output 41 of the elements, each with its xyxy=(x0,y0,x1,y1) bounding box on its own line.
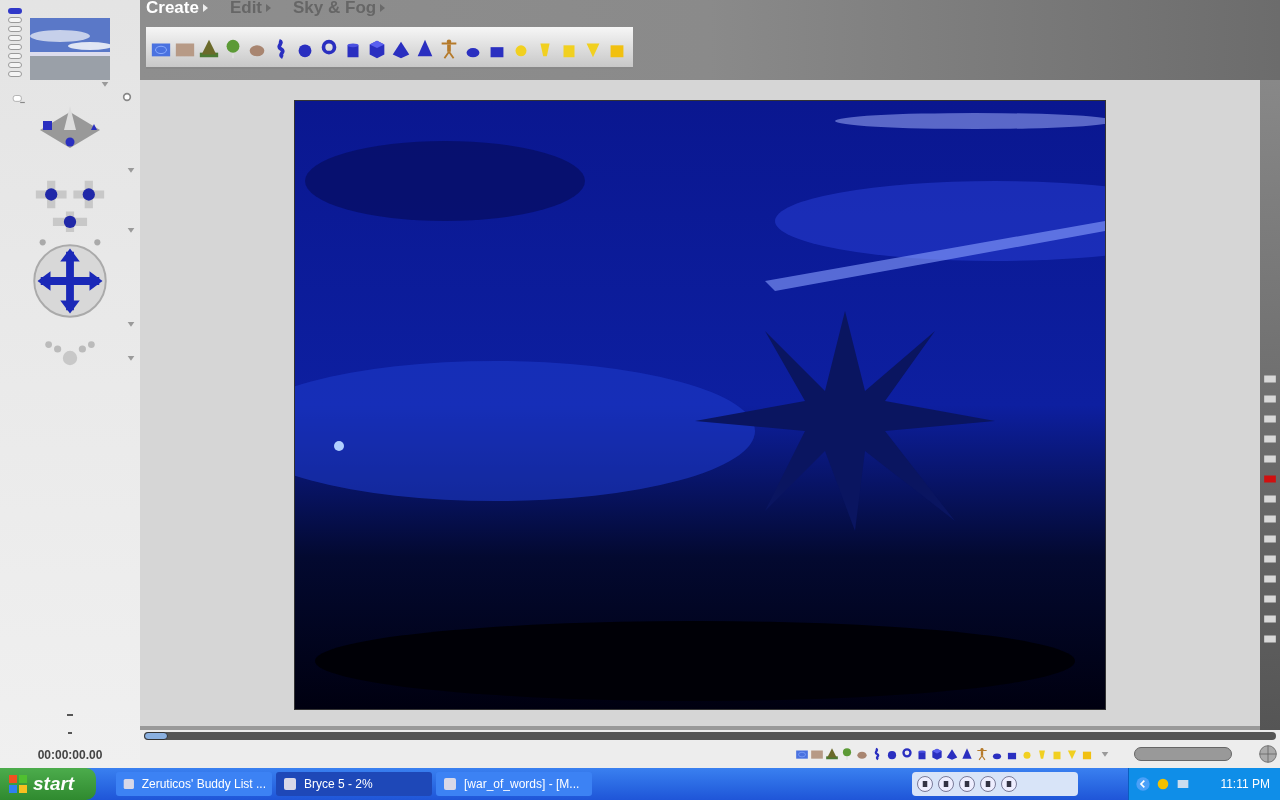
view-button[interactable] xyxy=(8,8,22,14)
dropdown-caret-icon[interactable] xyxy=(126,354,136,362)
playback-controls[interactable] xyxy=(1134,747,1232,761)
dash-mark xyxy=(68,732,72,734)
chevron-icon[interactable] xyxy=(1135,776,1151,792)
dropdown-caret-icon[interactable] xyxy=(126,166,136,174)
dropdown-caret-icon[interactable] xyxy=(126,226,136,234)
time-display: 00:00:00.00 xyxy=(37,747,103,764)
timeline-scrubber[interactable] xyxy=(144,732,168,740)
dropdown-caret-icon[interactable] xyxy=(1100,750,1110,758)
arrow-right-icon xyxy=(202,4,208,12)
app-icon xyxy=(122,776,136,792)
globe-icon[interactable] xyxy=(1258,744,1278,764)
view-button[interactable] xyxy=(8,26,22,32)
pause-icon[interactable] xyxy=(916,775,934,793)
mountain-icon[interactable] xyxy=(825,747,839,761)
taskbar-button[interactable]: Bryce 5 - 2% xyxy=(276,772,432,796)
clock: 11:11 PM xyxy=(1220,776,1270,793)
cone-icon[interactable] xyxy=(960,747,974,761)
cube-icon[interactable] xyxy=(930,747,944,761)
view-button[interactable] xyxy=(8,62,22,68)
view-button[interactable] xyxy=(8,35,22,41)
arrow-right-icon xyxy=(266,4,272,12)
pyramid-icon[interactable] xyxy=(945,747,959,761)
dropdown-caret-icon[interactable] xyxy=(126,320,136,328)
app-icon xyxy=(442,776,458,792)
view-button[interactable] xyxy=(8,44,22,50)
taskbar-button[interactable]: [war_of_words] - [M... xyxy=(436,772,592,796)
view-button[interactable] xyxy=(8,71,22,77)
menu-tab[interactable]: Create xyxy=(146,0,208,21)
view-button[interactable] xyxy=(8,53,22,59)
taskbar-button[interactable]: Zeruticos' Buddy List ... xyxy=(116,772,272,796)
app-icon xyxy=(282,776,298,792)
dot-icon[interactable] xyxy=(122,92,132,102)
dash-mark xyxy=(67,714,73,716)
arrow-right-icon xyxy=(380,4,386,12)
tree-icon[interactable] xyxy=(840,747,854,761)
windows-logo xyxy=(8,774,28,794)
trackball-icon[interactable] xyxy=(31,242,109,320)
start-button[interactable]: start xyxy=(0,768,96,800)
view-button[interactable] xyxy=(8,17,22,23)
